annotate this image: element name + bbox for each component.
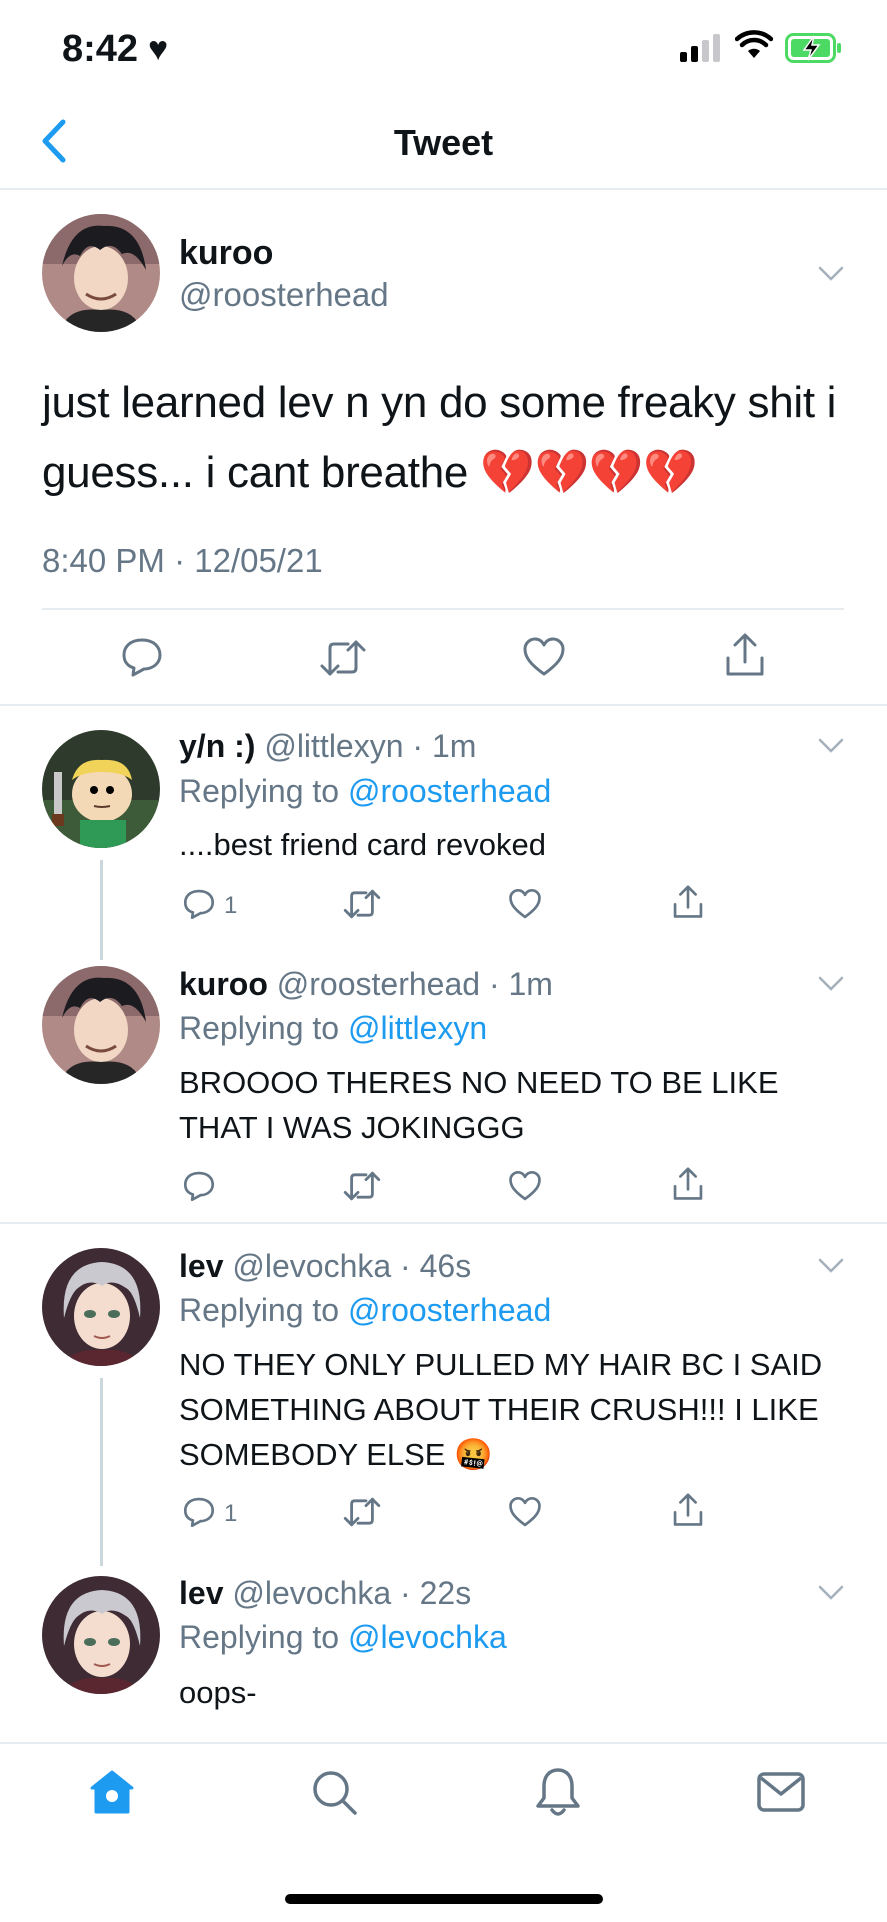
avatar[interactable] — [42, 214, 160, 332]
avatar[interactable] — [42, 730, 160, 848]
author-name: kuroo — [179, 234, 274, 272]
author-handle-time: @roosterhead · 1m — [276, 966, 553, 1002]
page-title: Tweet — [393, 122, 494, 163]
tweet-text: just learned lev n yn do some freaky shi… — [42, 378, 837, 497]
replying-prefix: Replying to — [179, 1619, 340, 1655]
replying-to: Replying to @levochka — [179, 1619, 507, 1656]
retweet-icon[interactable] — [342, 1170, 382, 1202]
wifi-icon — [735, 30, 773, 58]
like-icon[interactable] — [508, 1170, 542, 1202]
chevron-down-icon[interactable] — [818, 1258, 844, 1274]
chevron-down-icon[interactable] — [818, 266, 844, 282]
reply-icon[interactable] — [182, 888, 216, 920]
status-time: 8:42 — [62, 28, 139, 70]
reply-text: oops- — [179, 1675, 257, 1710]
replying-to-link[interactable]: @roosterhead — [348, 773, 551, 809]
reply-header: lev @levochka · 22s — [179, 1575, 471, 1612]
heart-icon: ♥ — [148, 30, 169, 68]
author-handle-time: @levochka · 22s — [232, 1575, 472, 1611]
divider — [0, 704, 887, 706]
battery-icon — [785, 33, 841, 63]
replying-to-link[interactable]: @littlexyn — [348, 1010, 487, 1046]
replying-to: Replying to @littlexyn — [179, 1010, 487, 1047]
author-name[interactable]: kuroo — [179, 966, 268, 1002]
home-indicator[interactable] — [285, 1894, 603, 1904]
retweet-icon[interactable] — [342, 888, 382, 920]
messages-icon[interactable] — [756, 1770, 806, 1814]
reply-text: ....best friend card revoked — [179, 827, 547, 862]
reply-text: BROOOO THERES NO NEED TO BE LIKE THAT I … — [179, 1065, 779, 1145]
replying-prefix: Replying to — [179, 1010, 340, 1046]
replying-prefix: Replying to — [179, 1292, 340, 1328]
chevron-down-icon[interactable] — [818, 1585, 844, 1601]
reply-icon[interactable] — [120, 636, 164, 678]
like-icon[interactable] — [508, 888, 542, 920]
avatar[interactable] — [42, 966, 160, 1084]
lev-avatar-illustration — [42, 1576, 160, 1694]
author-name[interactable]: lev — [179, 1248, 223, 1284]
replying-prefix: Replying to — [179, 773, 340, 809]
avatar[interactable] — [42, 1248, 160, 1366]
author-handle-time: @littlexyn · 1m — [264, 728, 477, 764]
replying-to-link[interactable]: @levochka — [348, 1619, 507, 1655]
share-icon[interactable] — [672, 1166, 704, 1202]
lev-avatar-illustration — [42, 1248, 160, 1366]
author-handle: @roosterhead — [179, 276, 389, 313]
thread-line — [100, 860, 103, 960]
like-icon[interactable] — [522, 636, 566, 678]
tweet-timestamp: 8:40 PM · 12/05/21 — [42, 542, 323, 579]
author-handle-time: @levochka · 46s — [232, 1248, 472, 1284]
reply-count: 1 — [224, 892, 238, 919]
divider — [42, 608, 844, 610]
reply-header: y/n :) @littlexyn · 1m — [179, 728, 476, 765]
divider — [0, 1222, 887, 1224]
search-icon[interactable] — [310, 1768, 358, 1816]
retweet-icon[interactable] — [342, 1496, 382, 1528]
share-icon[interactable] — [672, 1492, 704, 1528]
share-icon[interactable] — [672, 884, 704, 920]
home-icon[interactable] — [88, 1768, 136, 1816]
kuroo-avatar-illustration — [42, 214, 160, 332]
chevron-down-icon[interactable] — [818, 738, 844, 754]
reply-count: 1 — [224, 1500, 238, 1527]
reply-icon[interactable] — [182, 1170, 216, 1202]
replying-to: Replying to @roosterhead — [179, 773, 551, 810]
like-icon[interactable] — [508, 1496, 542, 1528]
thread-line — [100, 1378, 103, 1566]
notifications-icon[interactable] — [534, 1766, 582, 1818]
retweet-icon[interactable] — [318, 638, 368, 678]
chevron-down-icon[interactable] — [818, 976, 844, 992]
author-name[interactable]: y/n :) — [179, 728, 255, 764]
status-bar: 8:42 ♥ — [0, 0, 887, 100]
cellular-signal-icon — [680, 34, 720, 62]
share-icon[interactable] — [724, 632, 766, 678]
author-name[interactable]: lev — [179, 1575, 223, 1611]
reply-icon[interactable] — [182, 1496, 216, 1528]
avatar[interactable] — [42, 1576, 160, 1694]
butters-avatar-illustration — [42, 730, 160, 848]
reply-header: lev @levochka · 46s — [179, 1248, 471, 1285]
kuroo-avatar-illustration — [42, 966, 160, 1084]
reply-text: NO THEY ONLY PULLED MY HAIR BC I SAID SO… — [179, 1347, 823, 1472]
reply-header: kuroo @roosterhead · 1m — [179, 966, 553, 1003]
replying-to: Replying to @roosterhead — [179, 1292, 551, 1329]
replying-to-link[interactable]: @roosterhead — [348, 1292, 551, 1328]
